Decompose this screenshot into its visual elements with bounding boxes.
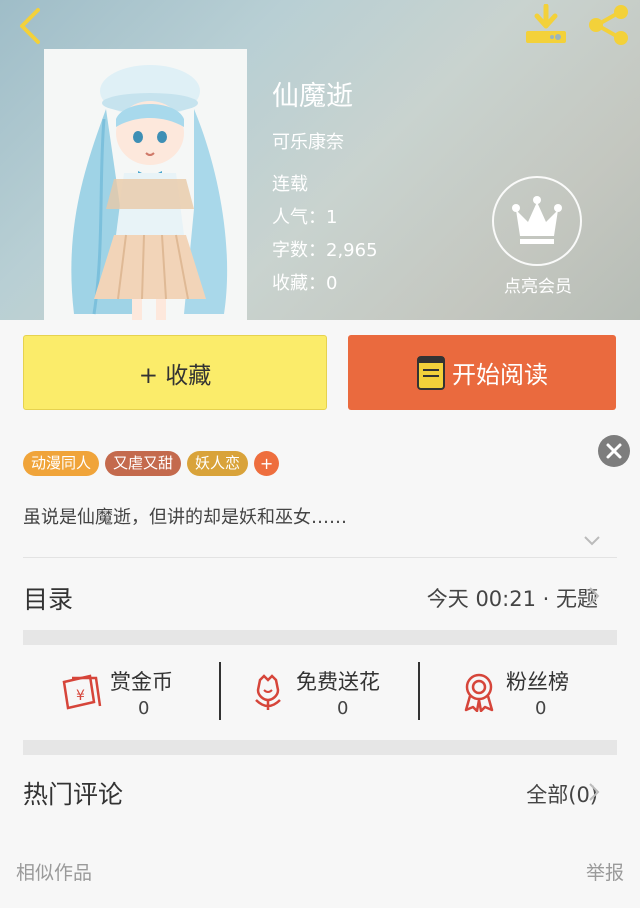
- book-cover-image[interactable]: [44, 49, 247, 320]
- stat-label: 免费送花: [296, 670, 380, 694]
- section-divider: [23, 740, 617, 755]
- svg-text:¥: ¥: [76, 688, 85, 704]
- stat-value: 0: [535, 698, 547, 719]
- red-envelope-icon: ¥: [62, 674, 102, 710]
- similar-works-link[interactable]: 相似作品: [16, 858, 92, 885]
- close-button[interactable]: [598, 435, 630, 467]
- hot-comments-title: 热门评论: [23, 780, 124, 809]
- stat-value: 0: [337, 698, 349, 719]
- share-icon: [589, 5, 628, 45]
- start-reading-label: 开始阅读: [452, 361, 548, 389]
- book-title: 仙魔逝: [272, 81, 353, 112]
- vip-badge[interactable]: [492, 176, 582, 266]
- chevron-right-icon: [589, 587, 600, 605]
- book-icon: [417, 355, 445, 390]
- divider: [23, 557, 617, 558]
- collect-button-label: + 收藏: [138, 362, 212, 389]
- flower-icon: [255, 674, 281, 710]
- book-favorites: 收藏：0: [272, 273, 338, 294]
- stat-label: 赏金币: [110, 670, 173, 694]
- chevron-down-icon[interactable]: [582, 534, 602, 548]
- stat-separator: [418, 662, 420, 720]
- tag-item[interactable]: 动漫同人: [23, 451, 100, 476]
- add-tag-button[interactable]: +: [254, 451, 280, 476]
- book-popularity: 人气：1: [272, 207, 338, 228]
- book-header: 仙魔逝 可乐康奈 连载 人气：1 字数：2,965 收藏：0 点亮会员: [0, 0, 640, 320]
- stat-value: 0: [138, 698, 150, 719]
- share-button[interactable]: [584, 4, 632, 46]
- book-word-count: 字数：2,965: [272, 240, 378, 261]
- vip-label[interactable]: 点亮会员: [478, 272, 598, 297]
- chevron-right-icon: [589, 783, 600, 801]
- stat-separator: [219, 662, 221, 720]
- chevron-left-icon: [20, 8, 40, 44]
- close-icon: [606, 443, 622, 459]
- download-icon: [526, 3, 566, 43]
- book-status: 连载: [272, 174, 308, 195]
- collect-button[interactable]: + 收藏: [23, 335, 327, 410]
- book-author[interactable]: 可乐康奈: [272, 128, 344, 154]
- section-divider: [23, 630, 617, 645]
- report-link[interactable]: 举报: [586, 858, 624, 885]
- download-button[interactable]: [522, 3, 570, 46]
- tag-item[interactable]: 又虐又甜: [105, 451, 182, 476]
- tag-item[interactable]: 妖人恋: [187, 451, 249, 476]
- medal-icon: [464, 673, 494, 712]
- start-reading-button[interactable]: 开始阅读: [348, 335, 616, 410]
- toc-latest-chapter[interactable]: 今天 00:21 · 无题: [427, 583, 598, 613]
- crown-icon: [512, 196, 562, 244]
- toc-title[interactable]: 目录: [23, 580, 73, 616]
- book-summary: 虽说是仙魔逝，但讲的却是妖和巫女……: [23, 507, 347, 528]
- back-button[interactable]: [8, 4, 52, 48]
- tag-list: 动漫同人 又虐又甜 妖人恋 +: [23, 451, 280, 476]
- stat-label: 粉丝榜: [506, 670, 569, 694]
